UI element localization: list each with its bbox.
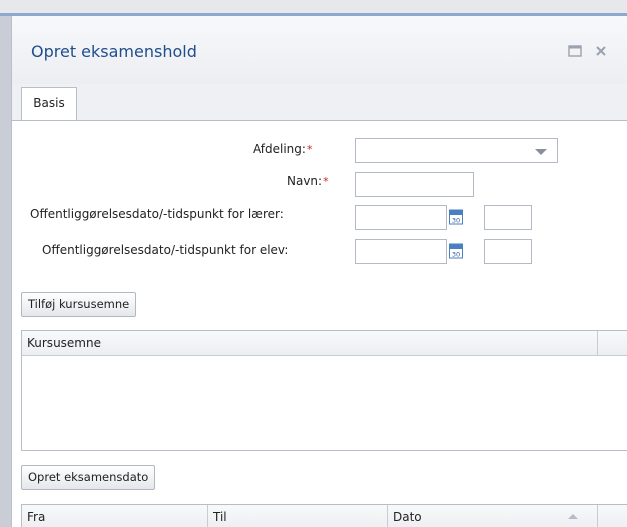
- publish-teacher-time-input[interactable]: [484, 205, 532, 230]
- afdeling-label: Afdeling:*: [253, 142, 312, 156]
- column-header-dato-label: Dato: [393, 510, 422, 524]
- sort-ascending-icon[interactable]: [568, 514, 578, 519]
- course-subject-grid: Kursusemne: [21, 330, 627, 451]
- publish-student-date-input[interactable]: [355, 239, 447, 264]
- required-mark: *: [306, 143, 313, 156]
- chevron-down-icon[interactable]: [535, 149, 547, 155]
- calendar-icon[interactable]: 30: [449, 209, 463, 225]
- navn-label-text: Navn:: [287, 174, 323, 188]
- create-exam-team-dialog: Opret eksamenshold Basis Afdeling:* Navn…: [11, 16, 627, 527]
- publish-student-label: Offentliggørelsesdato/-tidspunkt for ele…: [42, 243, 289, 257]
- background-panel-edge: [0, 16, 11, 527]
- publish-teacher-label: Offentliggørelsesdato/-tidspunkt for lær…: [30, 207, 284, 221]
- close-icon[interactable]: [594, 44, 608, 58]
- publish-teacher-date-input[interactable]: [355, 205, 447, 230]
- afdeling-label-text: Afdeling:: [253, 142, 306, 156]
- svg-text:30: 30: [452, 217, 460, 225]
- tab-basis[interactable]: Basis: [21, 87, 77, 120]
- svg-text:30: 30: [452, 251, 460, 259]
- column-header-dato[interactable]: Dato: [388, 505, 598, 527]
- add-course-subject-button[interactable]: Tilføj kursusemne: [21, 292, 137, 317]
- afdeling-select[interactable]: [355, 138, 558, 163]
- column-header-kursusemne[interactable]: Kursusemne: [22, 331, 598, 355]
- navn-input[interactable]: [355, 172, 474, 197]
- grid-header: Fra Til Dato: [22, 505, 627, 527]
- column-header-til[interactable]: Til: [208, 505, 388, 527]
- grid-header: Kursusemne: [22, 331, 627, 356]
- publish-student-time-input[interactable]: [484, 239, 532, 264]
- required-mark: *: [323, 175, 329, 188]
- background-toolbar: [0, 0, 627, 13]
- navn-label: Navn:*: [287, 174, 329, 188]
- dialog-header[interactable]: Opret eksamenshold: [12, 16, 627, 84]
- create-exam-date-button[interactable]: Opret eksamensdato: [21, 465, 156, 490]
- dialog-title: Opret eksamenshold: [31, 42, 197, 61]
- tab-strip: Basis: [12, 84, 627, 121]
- exam-date-grid: Fra Til Dato: [21, 504, 627, 527]
- maximize-icon[interactable]: [568, 44, 582, 58]
- column-header-fra[interactable]: Fra: [22, 505, 208, 527]
- calendar-icon[interactable]: 30: [449, 243, 463, 259]
